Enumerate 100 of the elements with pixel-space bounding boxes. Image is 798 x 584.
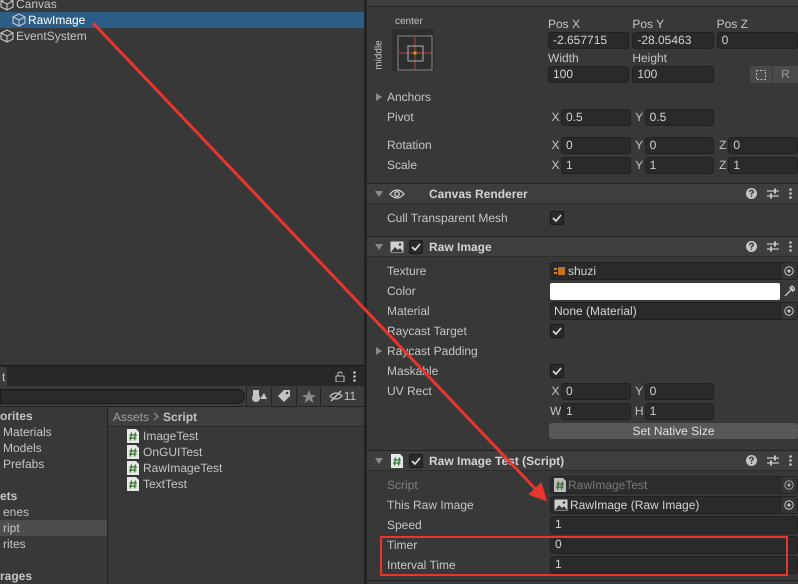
sliders-icon [767, 455, 779, 466]
color-swatch-field[interactable] [550, 282, 780, 300]
filter-by-type-button[interactable] [246, 386, 270, 406]
number-field[interactable]: 0 [644, 382, 714, 400]
field-label: Pos Y [632, 16, 666, 33]
script-file-item[interactable]: ImageTest [127, 428, 364, 444]
property-label: Timer [387, 537, 418, 554]
number-field[interactable]: -28.05463 [632, 32, 714, 49]
number-field[interactable]: 1 [561, 402, 631, 420]
number-field[interactable]: 0 [561, 136, 631, 154]
checkbox[interactable] [550, 211, 564, 225]
foldout-label[interactable]: Anchors [387, 88, 550, 106]
eye-icon [389, 188, 405, 200]
cube-icon [0, 0, 14, 11]
checkbox[interactable] [409, 240, 423, 254]
search-field[interactable] [0, 388, 245, 404]
property-label: This Raw Image [387, 497, 475, 514]
script-file-icon [127, 477, 139, 491]
script-file-item[interactable]: RawImageTest [127, 460, 364, 476]
folder-item[interactable]: ript [0, 520, 107, 536]
axis-label: Y [634, 383, 644, 400]
target-icon [784, 306, 794, 316]
breadcrumb-item[interactable]: Script [163, 408, 198, 426]
caret-icon [375, 93, 383, 101]
object-field[interactable]: None (Material) [550, 302, 798, 320]
script-file-item[interactable]: TextTest [127, 476, 364, 492]
property-label: Color [387, 283, 417, 300]
dashed-square-icon [756, 70, 766, 80]
property-label: Speed [387, 517, 423, 534]
kebab-menu-icon [353, 371, 356, 382]
number-field[interactable]: 100 [548, 66, 630, 83]
anchor-vertical-label: middle [374, 40, 386, 70]
chevron-right-icon [153, 412, 160, 421]
panel-tab[interactable]: t [0, 367, 8, 386]
kebab-menu-icon [789, 241, 792, 252]
hidden-packages-button[interactable]: 11 [320, 386, 364, 406]
number-field[interactable]: 1 [644, 156, 714, 174]
eyedropper-icon [783, 285, 795, 297]
axis-label: Y [634, 137, 644, 154]
target-icon [784, 266, 794, 276]
folder-item[interactable]: Models [0, 440, 107, 456]
folder-item[interactable]: Prefabs [0, 456, 107, 472]
number-field[interactable]: 100 [632, 66, 714, 83]
tag-icon [276, 389, 292, 403]
folder-item[interactable]: enes [0, 504, 107, 520]
number-field[interactable]: 1 [728, 156, 798, 174]
number-field[interactable]: 1 [550, 516, 798, 534]
property-label: Interval Time [387, 557, 457, 574]
filter-by-type-icon [250, 389, 266, 403]
checkbox[interactable] [550, 324, 564, 338]
component-header[interactable]: Raw Image [367, 237, 798, 257]
field-label: Pos X [548, 16, 582, 33]
help-icon [746, 188, 757, 199]
script-file-icon [127, 445, 139, 459]
number-field[interactable]: -2.657715 [548, 32, 630, 49]
property-label: Raycast Target [387, 323, 468, 340]
script-file-item[interactable]: OnGUITest [127, 444, 364, 460]
number-field[interactable]: 0.5 [561, 108, 631, 126]
axis-label: X [550, 109, 560, 126]
object-picker-button[interactable] [780, 303, 797, 319]
object-field[interactable]: shuzi [550, 262, 798, 280]
number-field[interactable]: 1 [561, 156, 631, 174]
checkbox[interactable] [409, 454, 423, 468]
property-label: UV Rect [387, 383, 433, 400]
folder-group-label[interactable]: ets [0, 488, 107, 504]
image-icon [554, 499, 568, 511]
hierarchy-item[interactable]: RawImage [0, 12, 364, 28]
set-native-size-button[interactable]: Set Native Size [549, 423, 798, 439]
checkbox[interactable] [550, 364, 564, 378]
property-label: Scale [387, 157, 418, 174]
anchor-preset-button[interactable] [392, 29, 434, 71]
folder-group-label[interactable]: rages [0, 568, 107, 584]
folder-item[interactable]: Materials [0, 424, 107, 440]
lock-icon [335, 371, 345, 382]
number-field[interactable]: 0 [561, 382, 631, 400]
object-picker-button[interactable] [780, 263, 797, 279]
number-field[interactable]: 1 [550, 556, 798, 574]
eye-slash-icon [328, 390, 343, 402]
field-label: Width [548, 50, 580, 67]
component-title: Canvas Renderer [429, 186, 528, 202]
object-field[interactable]: RawImage (Raw Image) [550, 496, 798, 514]
breadcrumb-item[interactable]: Assets [113, 408, 150, 426]
number-field[interactable]: 0.5 [644, 108, 714, 126]
axis-label: H [634, 403, 644, 420]
help-icon [746, 455, 757, 466]
object-picker-button[interactable] [780, 497, 797, 513]
number-field[interactable]: 0 [644, 136, 714, 154]
hierarchy-item[interactable]: EventSystem [0, 28, 364, 44]
field-label: Pos Z [716, 16, 749, 33]
folder-group-label[interactable]: orites [0, 408, 107, 424]
axis-label: Z [718, 137, 728, 154]
component-header[interactable]: Canvas Renderer [367, 184, 798, 204]
number-field[interactable]: 1 [644, 402, 714, 420]
number-field[interactable]: 0 [728, 136, 798, 154]
blueprint-mode-button[interactable] [750, 66, 772, 83]
folder-item[interactable]: rites [0, 536, 107, 552]
script-file-icon [391, 454, 403, 468]
script-file-icon [554, 478, 566, 492]
number-field[interactable]: 0 [716, 32, 798, 49]
property-label: Texture [387, 263, 428, 280]
